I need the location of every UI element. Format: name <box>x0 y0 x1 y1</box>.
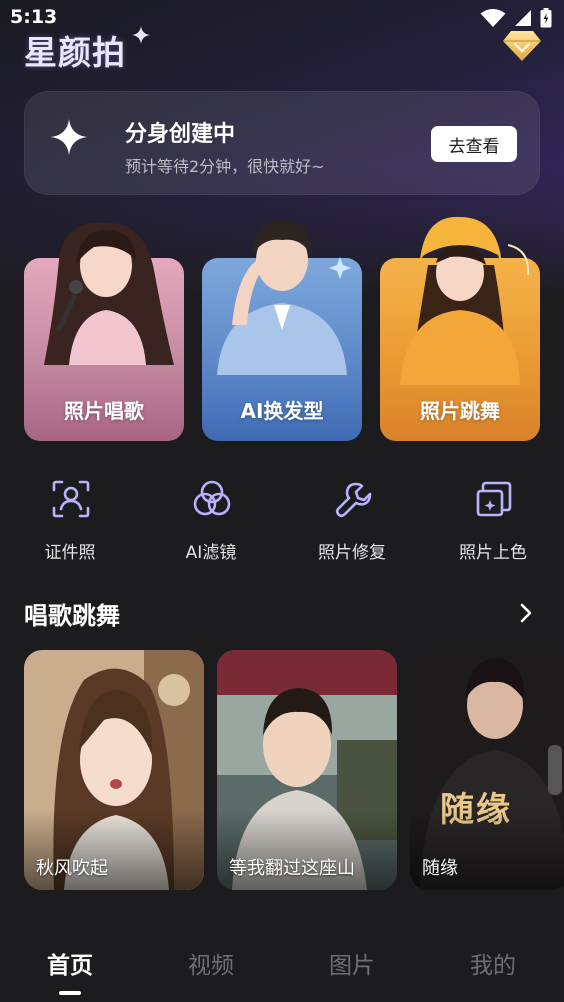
tool-label: 照片修复 <box>318 543 386 563</box>
nav-item-video[interactable]: 视频 <box>161 946 261 980</box>
avatar-creating-card[interactable]: 分身创建中 预计等待2分钟，很快就好~ 去查看 <box>24 91 540 195</box>
tool-label: 照片上色 <box>459 543 527 563</box>
chevron-right-icon[interactable] <box>516 602 536 624</box>
feature-card-label: 照片跳舞 <box>420 399 500 423</box>
video-title: 随缘 <box>422 858 458 879</box>
video-title: 秋风吹起 <box>36 858 108 879</box>
nav-item-home[interactable]: 首页 <box>20 946 120 980</box>
video-card[interactable]: 随缘 随缘 <box>410 650 564 890</box>
tool-id-photo[interactable]: 证件照 <box>20 478 120 568</box>
man-figure-illustration <box>217 220 351 375</box>
wifi-icon <box>480 9 506 27</box>
section-title: 唱歌跳舞 <box>24 602 120 630</box>
active-tab-indicator <box>59 991 81 995</box>
feature-card-label: 照片唱歌 <box>64 399 144 423</box>
dancer-figure-illustration <box>400 216 530 385</box>
nav-item-me[interactable]: 我的 <box>443 946 543 980</box>
feature-card-photo-dance[interactable]: 照片跳舞 <box>380 215 540 441</box>
battery-icon <box>540 8 552 28</box>
tool-photo-repair[interactable]: 照片修复 <box>302 478 402 568</box>
sparkle-icon <box>51 119 87 155</box>
logo-sparkle-icon <box>132 26 150 44</box>
colorize-icon <box>476 481 512 517</box>
video-title: 等我翻过这座山 <box>229 858 355 879</box>
wrench-icon <box>335 482 372 518</box>
status-time: 5:13 <box>10 6 58 28</box>
video-card[interactable]: 秋风吹起 <box>24 650 204 890</box>
creating-title: 分身创建中 <box>125 122 236 147</box>
video-card[interactable]: 等我翻过这座山 <box>217 650 397 890</box>
creating-subtitle: 预计等待2分钟，很快就好~ <box>125 157 325 176</box>
view-button[interactable]: 去查看 <box>431 126 517 162</box>
app-logo: 星颜拍 <box>24 33 126 72</box>
signal-icon <box>515 10 531 26</box>
tool-photo-colorize[interactable]: 照片上色 <box>443 478 543 568</box>
feature-card-photo-sing[interactable]: 照片唱歌 <box>24 215 184 441</box>
tool-label: AI滤镜 <box>185 543 237 563</box>
feature-card-ai-hairstyle[interactable]: AI换发型 <box>202 215 362 441</box>
feature-card-label: AI换发型 <box>240 399 324 423</box>
tool-ai-filter[interactable]: AI滤镜 <box>161 478 261 568</box>
status-icons <box>480 8 552 28</box>
bottom-nav: 首页 视频 图片 我的 <box>0 918 564 1002</box>
nav-item-image[interactable]: 图片 <box>302 946 402 980</box>
diamond-icon[interactable] <box>502 28 542 62</box>
id-photo-icon <box>52 480 90 518</box>
filter-icon <box>193 480 231 516</box>
tool-label: 证件照 <box>44 543 96 563</box>
singer-figure-illustration <box>44 222 174 365</box>
